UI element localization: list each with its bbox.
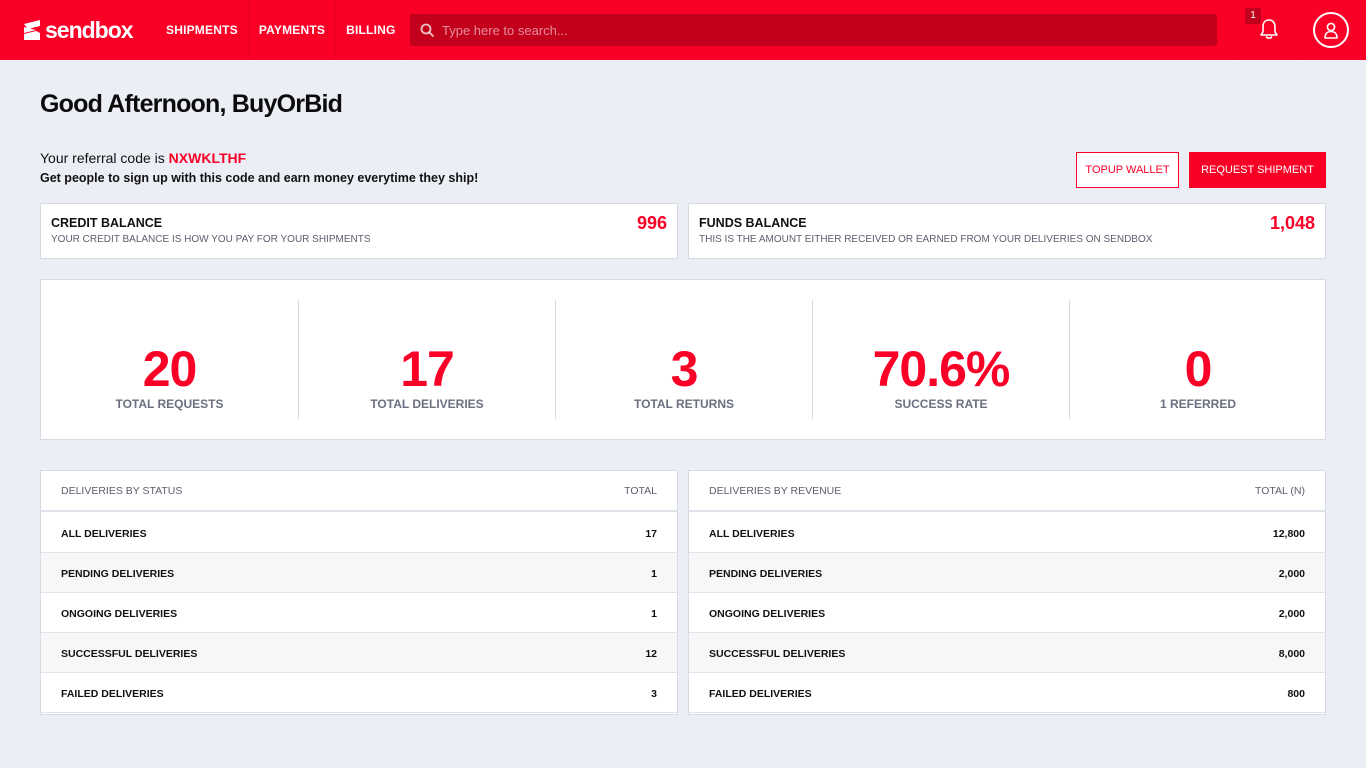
- stat-value: 0: [1184, 341, 1213, 397]
- nav-payments[interactable]: PAYMENTS: [249, 0, 337, 60]
- referral-subtext: Get people to sign up with this code and…: [40, 171, 479, 185]
- brand-name: sendbox: [45, 16, 134, 43]
- stat-total-requests: 20 TOTAL REQUESTS: [41, 300, 298, 419]
- funds-balance-card: FUNDS BALANCE THIS IS THE AMOUNT EITHER …: [688, 203, 1326, 259]
- page-title: Good Afternoon, BuyOrBid: [40, 90, 343, 118]
- column-header-total: TOTAL: [624, 485, 657, 497]
- stat-label: TOTAL RETURNS: [633, 397, 734, 411]
- table-row: PENDING DELIVERIES 2,000: [689, 553, 1325, 593]
- row-label: ONGOING DELIVERIES: [61, 608, 178, 620]
- top-navbar: sendbox SHIPMENTS PAYMENTS BILLING 1: [0, 0, 1366, 60]
- row-value: 12: [645, 648, 657, 660]
- table-row: ALL DELIVERIES 17: [41, 513, 677, 553]
- funds-balance-title: FUNDS BALANCE: [699, 216, 807, 230]
- stats-panel: 20 TOTAL REQUESTS 17 TOTAL DELIVERIES 3 …: [40, 279, 1326, 440]
- stat-value: 20: [142, 341, 198, 397]
- column-header-status: DELIVERIES BY STATUS: [61, 485, 183, 497]
- search-icon: [420, 23, 434, 37]
- row-value: 12,800: [1272, 528, 1305, 540]
- row-value: 1: [651, 608, 657, 620]
- bell-icon: [1260, 19, 1278, 39]
- row-label: ALL DELIVERIES: [709, 528, 795, 540]
- row-value: 2,000: [1278, 568, 1305, 580]
- request-shipment-button[interactable]: REQUEST SHIPMENT: [1189, 152, 1326, 188]
- row-label: FAILED DELIVERIES: [61, 688, 164, 700]
- brand-logo[interactable]: sendbox: [22, 14, 134, 46]
- stat-referred: 0 1 REFERRED: [1069, 300, 1326, 419]
- row-value: 800: [1287, 688, 1305, 700]
- row-value: 2,000: [1278, 608, 1305, 620]
- column-header-revenue: DELIVERIES BY REVENUE: [709, 485, 842, 497]
- referral-code: NXWKLTHF: [168, 150, 247, 166]
- stat-label: TOTAL DELIVERIES: [370, 397, 484, 411]
- stat-total-deliveries: 17 TOTAL DELIVERIES: [298, 300, 555, 419]
- table-row: PENDING DELIVERIES 1: [41, 553, 677, 593]
- stat-label: TOTAL REQUESTS: [115, 397, 224, 411]
- stat-value: 17: [400, 341, 455, 397]
- nav-shipments[interactable]: SHIPMENTS: [156, 0, 249, 60]
- nav-billing[interactable]: BILLING: [336, 0, 407, 60]
- deliveries-by-status-table: DELIVERIES BY STATUS TOTAL ALL DELIVERIE…: [40, 470, 678, 715]
- row-label: PENDING DELIVERIES: [709, 568, 823, 580]
- stat-total-returns: 3 TOTAL RETURNS: [555, 300, 812, 419]
- table-row: SUCCESSFUL DELIVERIES 8,000: [689, 633, 1325, 673]
- table-row: FAILED DELIVERIES 800: [689, 673, 1325, 713]
- column-header-total: TOTAL (N): [1255, 485, 1305, 497]
- table-row: ONGOING DELIVERIES 1: [41, 593, 677, 633]
- main-nav: SHIPMENTS PAYMENTS BILLING: [156, 0, 407, 60]
- row-value: 1: [651, 568, 657, 580]
- table-row: FAILED DELIVERIES 3: [41, 673, 677, 713]
- stat-success-rate: 70.6% SUCCESS RATE: [812, 300, 1069, 419]
- table-row: SUCCESSFUL DELIVERIES 12: [41, 633, 677, 673]
- row-label: ALL DELIVERIES: [61, 528, 147, 540]
- table-row: ONGOING DELIVERIES 2,000: [689, 593, 1325, 633]
- funds-balance-subtitle: THIS IS THE AMOUNT EITHER RECEIVED OR EA…: [699, 234, 1153, 245]
- row-label: FAILED DELIVERIES: [709, 688, 812, 700]
- table-header: DELIVERIES BY REVENUE TOTAL (N): [689, 471, 1325, 512]
- search-bar: [410, 14, 1217, 46]
- row-value: 3: [651, 688, 657, 700]
- row-label: SUCCESSFUL DELIVERIES: [709, 648, 846, 660]
- credit-balance-card: CREDIT BALANCE YOUR CREDIT BALANCE IS HO…: [40, 203, 678, 259]
- row-value: 8,000: [1278, 648, 1305, 660]
- credit-balance-value: 996: [636, 213, 667, 233]
- stat-label: SUCCESS RATE: [894, 397, 988, 411]
- stat-value: 3: [670, 341, 699, 397]
- table-header: DELIVERIES BY STATUS TOTAL: [41, 471, 677, 512]
- deliveries-by-revenue-table: DELIVERIES BY REVENUE TOTAL (N) ALL DELI…: [688, 470, 1326, 715]
- credit-balance-title: CREDIT BALANCE: [51, 216, 163, 230]
- user-icon: [1324, 22, 1338, 39]
- referral-line: Your referral code is NXWKLTHF: [40, 150, 246, 166]
- funds-balance-value: 1,048: [1269, 213, 1315, 233]
- search-input[interactable]: [442, 22, 1217, 38]
- stat-value: 70.6%: [872, 341, 1011, 397]
- notification-badge: 1: [1245, 8, 1261, 24]
- stat-label: 1 REFERRED: [1159, 397, 1236, 411]
- user-avatar-button[interactable]: [1313, 12, 1349, 48]
- sendbox-logo-icon: [24, 20, 40, 40]
- row-label: SUCCESSFUL DELIVERIES: [61, 648, 198, 660]
- table-row: ALL DELIVERIES 12,800: [689, 513, 1325, 553]
- credit-balance-subtitle: YOUR CREDIT BALANCE IS HOW YOU PAY FOR Y…: [51, 234, 371, 245]
- row-value: 17: [645, 528, 657, 540]
- topup-wallet-button[interactable]: TOPUP WALLET: [1076, 152, 1179, 188]
- row-label: PENDING DELIVERIES: [61, 568, 175, 580]
- row-label: ONGOING DELIVERIES: [709, 608, 826, 620]
- referral-prefix: Your referral code is: [40, 150, 165, 166]
